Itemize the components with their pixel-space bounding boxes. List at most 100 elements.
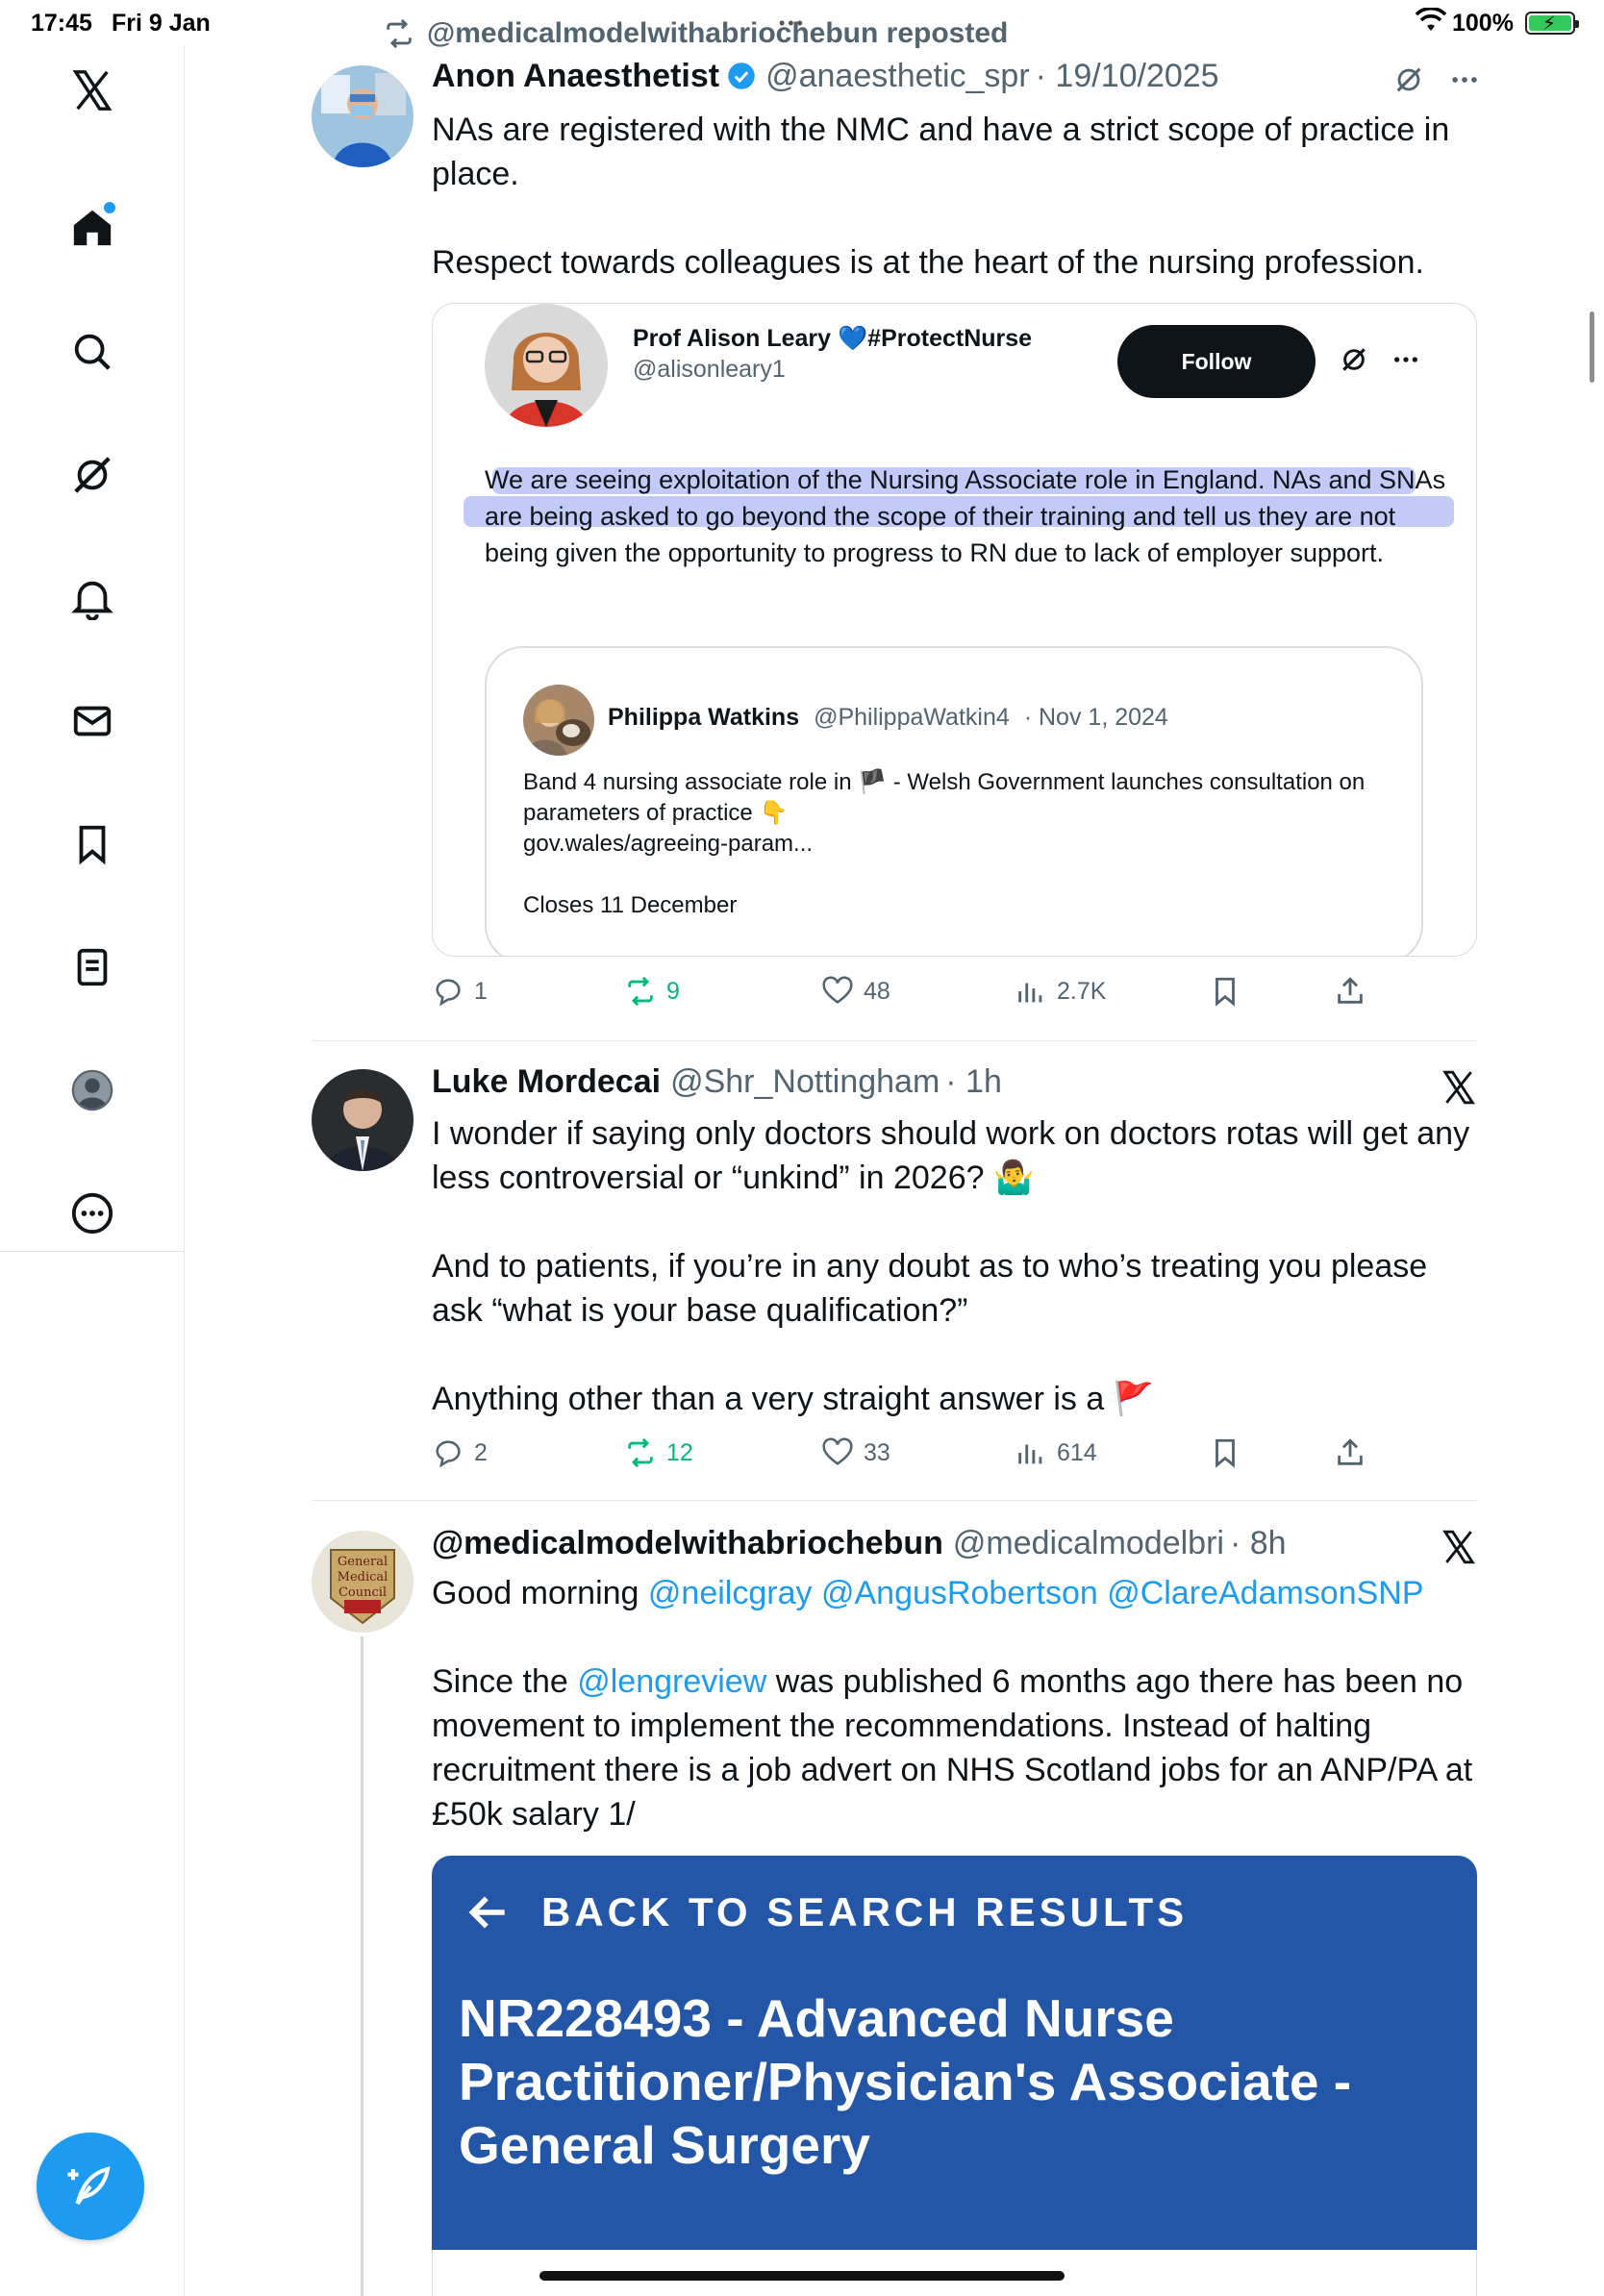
- quoted-post-card[interactable]: Prof Alison Leary 💙#ProtectNurse @alison…: [432, 303, 1477, 957]
- tweet2-paragraph: And to patients, if you’re in any doubt …: [432, 1248, 1428, 1329]
- view-count: 614: [1057, 1438, 1097, 1466]
- views-button[interactable]: 614: [1015, 1436, 1097, 1469]
- grok-icon[interactable]: [65, 448, 119, 502]
- tweet2-author-name[interactable]: Luke Mordecai: [432, 1063, 661, 1101]
- nested-quoted-post[interactable]: Philippa Watkins @PhilippaWatkin4 · Nov …: [485, 646, 1423, 956]
- thread-connector: [361, 1636, 363, 2296]
- quote-author-hashtag: #ProtectNurse: [867, 325, 1033, 352]
- quote-author-handle[interactable]: @alisonleary1: [633, 356, 786, 384]
- bookmark-icon: [1216, 1438, 1235, 1468]
- reply-count: 1: [474, 977, 488, 1005]
- tweet3-handle[interactable]: @medicalmodelbri: [953, 1525, 1224, 1562]
- bookmark-icon: [1216, 977, 1235, 1007]
- avatar-anon-anaesthetist[interactable]: [312, 65, 414, 167]
- repost-button[interactable]: 12: [624, 1436, 693, 1469]
- mention-link[interactable]: @AngusRobertson: [821, 1575, 1098, 1611]
- tweet2-date[interactable]: · 1h: [945, 1063, 1002, 1101]
- mention-link[interactable]: @neilcgray: [648, 1575, 813, 1611]
- repost-icon: [387, 18, 412, 49]
- nested-post-closing: Closes 11 December: [523, 892, 738, 918]
- lists-icon[interactable]: [65, 940, 119, 994]
- scroll-indicator[interactable]: [1590, 312, 1594, 383]
- search-icon[interactable]: [65, 325, 119, 379]
- svg-text:General: General: [338, 1555, 388, 1569]
- messages-envelope-icon[interactable]: [65, 694, 119, 748]
- repost-banner[interactable]: @medicalmodelwithabriochebun reposted: [383, 17, 1008, 50]
- share-button[interactable]: [1334, 975, 1366, 1008]
- tweet2-header-actions: [1441, 1069, 1477, 1106]
- like-button[interactable]: 33: [821, 1436, 890, 1469]
- arrow-left-icon: [468, 1896, 505, 1929]
- tweet1-action-bar: 1 9 48 2.7K: [432, 975, 1393, 1013]
- notifications-bell-icon[interactable]: [65, 571, 119, 625]
- nested-post-header: Philippa Watkins @PhilippaWatkin4 · Nov …: [608, 704, 1168, 732]
- bookmark-button[interactable]: [1209, 975, 1241, 1008]
- tweet2-handle[interactable]: @Shr_Nottingham: [670, 1063, 940, 1101]
- blue-heart-emoji: 💙: [838, 325, 868, 352]
- repost-button[interactable]: 9: [624, 975, 680, 1008]
- follow-button[interactable]: Follow: [1117, 325, 1316, 398]
- repost-count: 9: [666, 977, 680, 1005]
- more-horizontal-icon[interactable]: [1391, 344, 1421, 375]
- avatar-luke-mordecai[interactable]: [312, 1069, 414, 1171]
- nested-post-body: Band 4 nursing associate role in 🏴 - Wel…: [523, 767, 1389, 860]
- reply-button[interactable]: 1: [432, 975, 488, 1008]
- profile-avatar-icon[interactable]: [65, 1063, 119, 1117]
- tweet3-paragraph: Since the @lengreview was published 6 mo…: [432, 1660, 1480, 1836]
- nested-author-handle[interactable]: @PhilippaWatkin4: [814, 704, 1010, 731]
- nested-post-date[interactable]: · Nov 1, 2024: [1024, 704, 1168, 731]
- bookmarks-icon[interactable]: [65, 817, 119, 871]
- avatar-philippa-watkins[interactable]: [523, 685, 594, 756]
- home-icon[interactable]: [65, 200, 119, 254]
- quote-author-name[interactable]: Prof Alison Leary 💙#ProtectNurse: [633, 325, 1032, 353]
- like-button[interactable]: 48: [821, 975, 890, 1008]
- more-options-icon[interactable]: [65, 1186, 119, 1240]
- bookmark-button[interactable]: [1209, 1436, 1241, 1469]
- greeting-text: Good morning: [432, 1575, 639, 1611]
- x-logo-icon[interactable]: [65, 63, 119, 117]
- repost-icon: [628, 976, 653, 1007]
- repost-banner-text: @medicalmodelwithabriochebun reposted: [427, 17, 1009, 49]
- grok-icon[interactable]: [1392, 63, 1425, 96]
- share-button[interactable]: [1334, 1436, 1366, 1469]
- compose-post-button[interactable]: [37, 2133, 144, 2240]
- mention-link[interactable]: @lengreview: [577, 1663, 766, 1700]
- job-title: NR228493 - Advanced Nurse Practitioner/P…: [459, 1988, 1352, 2175]
- tweet1-paragraph: NAs are registered with the NMC and have…: [432, 112, 1450, 192]
- tweet1-date[interactable]: · 19/10/2025: [1036, 58, 1219, 95]
- wifi-icon: [1416, 8, 1446, 31]
- svg-text:Council: Council: [338, 1585, 387, 1600]
- compose-feather-icon: [67, 2166, 111, 2206]
- more-horizontal-icon[interactable]: [1448, 63, 1481, 96]
- tweet1-header: Anon Anaesthetist @anaesthetic_spr · 19/…: [432, 58, 1219, 95]
- nested-post-link[interactable]: gov.wales/agreeing-param...: [523, 829, 1389, 860]
- views-chart-icon: [1018, 1444, 1042, 1464]
- verified-badge-icon: [728, 62, 755, 89]
- mention-link[interactable]: @ClareAdamsonSNP: [1107, 1575, 1423, 1611]
- nested-author-name[interactable]: Philippa Watkins: [608, 704, 799, 731]
- tweet1-author-name[interactable]: Anon Anaesthetist: [432, 58, 719, 95]
- avatar-alison-leary[interactable]: [485, 304, 608, 427]
- tweet2-body: I wonder if saying only doctors should w…: [432, 1111, 1480, 1421]
- reply-button[interactable]: 2: [432, 1436, 488, 1469]
- back-label: BACK TO SEARCH RESULTS: [541, 1889, 1189, 1934]
- home-indicator[interactable]: [539, 2271, 1065, 2281]
- tweet1-header-actions: [1392, 63, 1481, 96]
- tweet1-handle[interactable]: @anaesthetic_spr: [765, 58, 1030, 95]
- sidebar-divider: [0, 1251, 185, 1252]
- avatar-medicalmodelbri[interactable]: General Medical Council: [312, 1531, 414, 1633]
- tweet3-header: @medicalmodelwithabriochebun @medicalmod…: [432, 1525, 1287, 1562]
- tweet3-author-name[interactable]: @medicalmodelwithabriochebun: [432, 1525, 943, 1562]
- attached-image-job-advert[interactable]: BACK TO SEARCH RESULTS NR228493 - Advanc…: [432, 1856, 1477, 2250]
- x-logo-icon[interactable]: [1441, 1529, 1477, 1565]
- views-button[interactable]: 2.7K: [1015, 975, 1106, 1008]
- x-logo-icon[interactable]: [1441, 1069, 1477, 1106]
- tweet3-text: Since the: [432, 1663, 568, 1700]
- grok-icon[interactable]: [1339, 344, 1369, 375]
- tweet3-date[interactable]: · 8h: [1230, 1525, 1287, 1562]
- tweet-separator: [312, 1040, 1477, 1041]
- back-to-search-results: BACK TO SEARCH RESULTS: [464, 1888, 1188, 1936]
- view-count: 2.7K: [1057, 977, 1107, 1005]
- tweet2-paragraph: I wonder if saying only doctors should w…: [432, 1115, 1470, 1196]
- tweet-separator: [312, 1500, 1477, 1501]
